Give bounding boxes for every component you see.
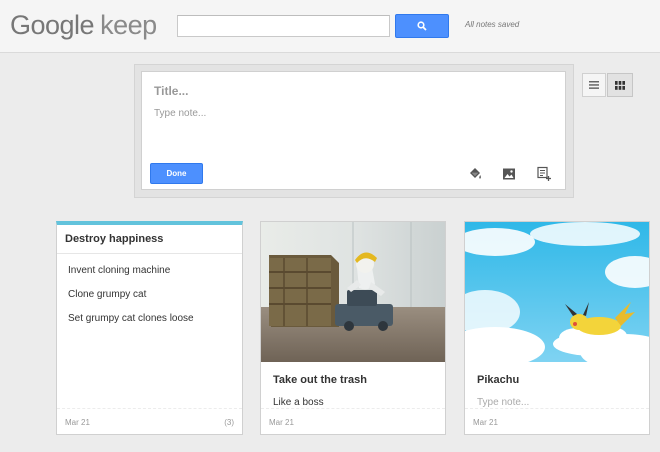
- note-image-figurine: [261, 222, 445, 362]
- note-body: Like a boss: [273, 397, 324, 408]
- note-date: Mar 21: [473, 418, 498, 427]
- grid-view-icon: [615, 80, 625, 90]
- list-item: Invent cloning machine: [68, 265, 171, 276]
- note-body-placeholder[interactable]: Type note...: [477, 397, 529, 408]
- list-item: Clone grumpy cat: [68, 289, 147, 300]
- note-card-take-out-the-trash[interactable]: Take out the trash Like a boss Mar 21: [260, 221, 446, 435]
- note-title: Take out the trash: [273, 374, 367, 386]
- item-count: (3): [224, 418, 234, 427]
- image-icon[interactable]: [501, 166, 517, 182]
- app-header: Google keep All notes saved: [0, 0, 660, 53]
- note-composer: Title... Type note... Done: [141, 71, 566, 190]
- note-title: Pikachu: [477, 374, 520, 386]
- note-card-destroy-happiness[interactable]: Destroy happiness Invent cloning machine…: [56, 221, 243, 435]
- title-divider: [57, 253, 242, 254]
- list-view-icon: [589, 81, 599, 89]
- list-item: Set grumpy cat clones loose: [68, 313, 194, 324]
- note-footer: Mar 21 (3): [57, 408, 242, 434]
- done-button[interactable]: Done: [150, 163, 203, 184]
- note-date: Mar 21: [65, 418, 90, 427]
- note-image-pikachu: [465, 222, 649, 362]
- note-date: Mar 21: [269, 418, 294, 427]
- note-footer: Mar 21: [465, 408, 649, 434]
- search-icon: [417, 21, 427, 31]
- search-input[interactable]: [177, 15, 390, 37]
- new-list-icon[interactable]: [536, 166, 552, 182]
- save-status: All notes saved: [465, 20, 520, 29]
- note-title: Destroy happiness: [65, 233, 164, 245]
- note-footer: Mar 21: [261, 408, 445, 434]
- google-keep-logo[interactable]: Google keep: [10, 10, 157, 41]
- note-card-pikachu[interactable]: Pikachu Type note... Mar 21: [464, 221, 650, 435]
- note-title-field[interactable]: Title...: [154, 84, 188, 98]
- note-body-field[interactable]: Type note...: [154, 108, 206, 119]
- logo-brand: Google: [10, 10, 95, 40]
- list-view-button[interactable]: [582, 73, 606, 97]
- search-button[interactable]: [395, 14, 449, 38]
- paint-bucket-icon[interactable]: [467, 166, 483, 182]
- logo-product: keep: [100, 10, 157, 40]
- grid-view-button[interactable]: [607, 73, 633, 97]
